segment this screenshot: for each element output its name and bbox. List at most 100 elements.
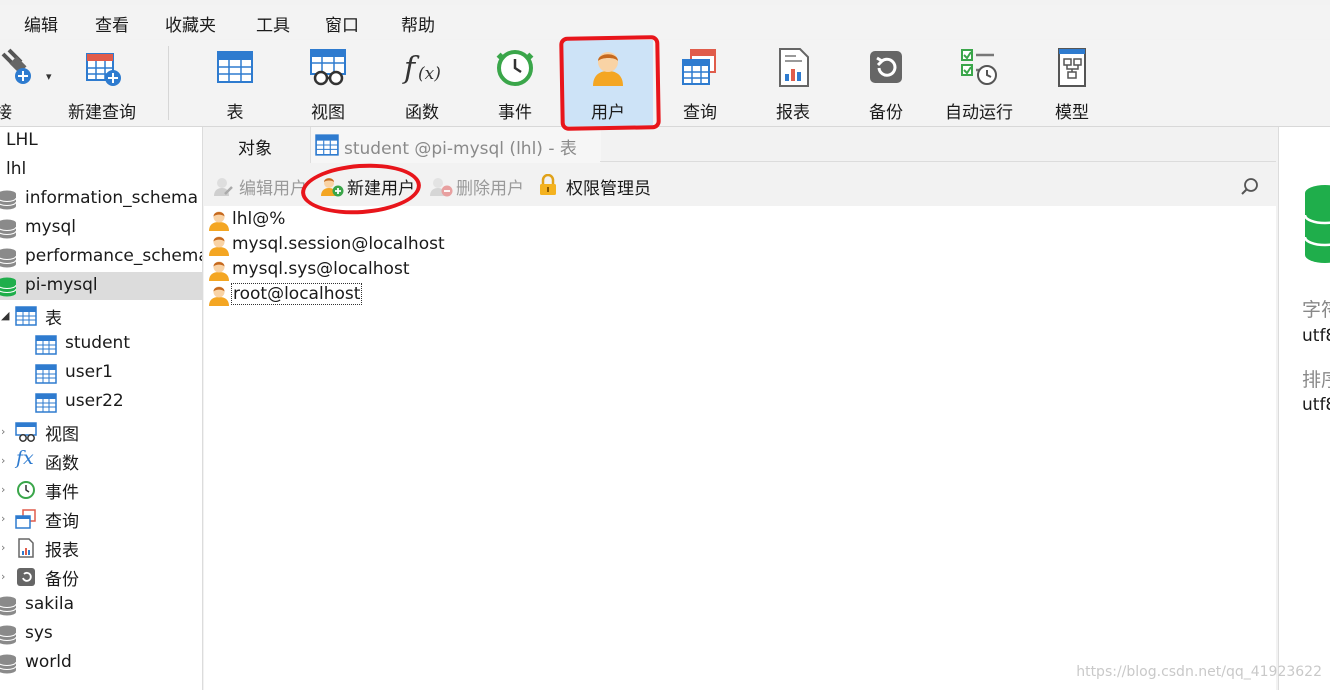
folder-tables[interactable]: ◢ 表 bbox=[0, 301, 202, 329]
toolbar-model-button[interactable]: 模型 bbox=[1027, 40, 1117, 126]
table-icon bbox=[35, 393, 57, 413]
report-icon bbox=[18, 538, 34, 558]
database-mysql[interactable]: mysql bbox=[0, 214, 202, 242]
delete-user-icon bbox=[430, 178, 453, 197]
new-query-button[interactable]: 新建查询 bbox=[58, 40, 146, 126]
database-sys[interactable]: sys bbox=[0, 620, 202, 648]
folder-functions[interactable]: › fx 函数 bbox=[0, 446, 202, 474]
chevron-right-icon[interactable]: › bbox=[1, 512, 5, 525]
database-world[interactable]: world bbox=[0, 649, 202, 677]
model-icon bbox=[1058, 48, 1086, 87]
database-icon bbox=[0, 625, 16, 645]
user-actions-toolbar: 编辑用户 新建用户 删除用户 权限管理员 bbox=[204, 166, 1276, 206]
report-icon bbox=[779, 48, 809, 87]
menu-favorites[interactable]: 收藏夹 bbox=[165, 11, 216, 36]
user-icon bbox=[209, 286, 229, 306]
chevron-right-icon[interactable]: › bbox=[1, 541, 5, 554]
table-icon bbox=[35, 364, 57, 384]
table-icon bbox=[35, 335, 57, 355]
svg-text:(x): (x) bbox=[418, 64, 441, 84]
plug-icon bbox=[1, 48, 31, 84]
toolbar-function-button[interactable]: f (x) 函数 bbox=[377, 40, 467, 126]
connection-LHL[interactable]: LHL bbox=[0, 127, 202, 155]
automation-icon bbox=[961, 49, 997, 85]
chevron-right-icon[interactable]: › bbox=[1, 483, 5, 496]
folder-views[interactable]: › 视图 bbox=[0, 417, 202, 445]
new-query-icon bbox=[86, 53, 121, 86]
table-student[interactable]: student bbox=[0, 330, 202, 358]
menu-window[interactable]: 窗口 bbox=[325, 11, 359, 36]
chevron-down-icon[interactable]: ◢ bbox=[1, 309, 9, 322]
new-user-button[interactable]: 新建用户 bbox=[320, 174, 415, 199]
folder-events[interactable]: › 事件 bbox=[0, 475, 202, 503]
charset-label: 字符集 bbox=[1302, 299, 1330, 321]
user-list: lhl@% mysql.session@localhost mysql.sys@… bbox=[204, 206, 1276, 690]
connect-dropdown-arrow-icon[interactable]: ▾ bbox=[46, 70, 52, 83]
tab-objects[interactable]: 对象 bbox=[204, 127, 308, 163]
search-icon[interactable] bbox=[1240, 177, 1260, 197]
menu-tools[interactable]: 工具 bbox=[256, 11, 290, 36]
add-user-icon bbox=[321, 178, 344, 197]
chevron-right-icon[interactable]: › bbox=[1, 425, 5, 438]
edit-user-button[interactable]: 编辑用户 bbox=[212, 174, 307, 199]
menu-help[interactable]: 帮助 bbox=[401, 11, 435, 36]
tab-bar: 对象 student @pi-mysql (lhl) - 表 bbox=[204, 127, 1276, 163]
lock-icon bbox=[540, 174, 556, 195]
clock-icon bbox=[17, 481, 35, 499]
charset-value: utf8 bbox=[1302, 326, 1330, 346]
toolbar-table-button[interactable]: 表 bbox=[190, 40, 280, 126]
view-icon bbox=[310, 49, 346, 86]
privilege-manager-button[interactable]: 权限管理员 bbox=[538, 174, 651, 199]
chevron-right-icon[interactable]: › bbox=[1, 454, 5, 467]
navigation-tree: LHL lhl information_schema mysql perform… bbox=[0, 127, 203, 690]
user-icon bbox=[209, 261, 229, 281]
watermark: https://blog.csdn.net/qq_41923622 bbox=[1076, 664, 1322, 680]
folder-reports[interactable]: › 报表 bbox=[0, 533, 202, 561]
collation-label: 排序规则 bbox=[1302, 369, 1330, 391]
toolbar-view-button[interactable]: 视图 bbox=[283, 40, 373, 126]
connect-button[interactable]: 连接 bbox=[0, 40, 60, 126]
toolbar-event-button[interactable]: 事件 bbox=[470, 40, 560, 126]
toolbar-backup-button[interactable]: 备份 bbox=[841, 40, 931, 126]
user-icon bbox=[593, 52, 623, 86]
toolbar-query-button[interactable]: 查询 bbox=[655, 40, 745, 126]
folder-backups[interactable]: › 备份 bbox=[0, 562, 202, 590]
toolbar-automation-button[interactable]: 自动运行 bbox=[934, 40, 1024, 126]
function-icon: f (x) bbox=[402, 51, 441, 86]
database-information-schema[interactable]: information_schema bbox=[0, 185, 202, 213]
tab-student-table[interactable]: student @pi-mysql (lhl) - 表 bbox=[310, 127, 601, 163]
table-user1[interactable]: user1 bbox=[0, 359, 202, 387]
toolbar-user-button[interactable]: 用户 bbox=[563, 40, 653, 126]
database-icon bbox=[0, 248, 16, 268]
clock-icon bbox=[496, 50, 534, 86]
user-icon bbox=[209, 236, 229, 256]
connection-lhl[interactable]: lhl bbox=[0, 156, 202, 184]
delete-user-button[interactable]: 删除用户 bbox=[429, 174, 524, 199]
collation-value: utf8 bbox=[1302, 395, 1330, 415]
menu-bar: 编辑 查看 收藏夹 工具 窗口 帮助 bbox=[0, 5, 1330, 39]
table-icon bbox=[217, 51, 253, 83]
database-performance-schema[interactable]: performance_schema bbox=[0, 243, 202, 271]
database-icon bbox=[0, 219, 16, 239]
database-sakila[interactable]: sakila bbox=[0, 591, 202, 619]
toolbar-report-button[interactable]: 报表 bbox=[748, 40, 838, 126]
database-icon bbox=[0, 654, 16, 674]
tab-bar-divider bbox=[600, 161, 1276, 162]
function-icon: fx bbox=[16, 447, 34, 469]
folder-queries[interactable]: › 查询 bbox=[0, 504, 202, 532]
database-open-icon bbox=[0, 277, 16, 297]
query-icon bbox=[15, 509, 36, 529]
edit-user-icon bbox=[214, 178, 233, 196]
view-icon bbox=[15, 422, 37, 442]
menu-edit[interactable]: 编辑 bbox=[24, 11, 58, 36]
table-user22[interactable]: user22 bbox=[0, 388, 202, 416]
object-info-panel: 字符集 utf8 排序规则 utf8 bbox=[1278, 127, 1330, 690]
chevron-right-icon[interactable]: › bbox=[1, 570, 5, 583]
main-toolbar: 连接 ▾ 新建查询 表 视图 bbox=[0, 40, 1330, 127]
toolbar-separator bbox=[168, 46, 169, 120]
database-pi-mysql[interactable]: pi-mysql bbox=[0, 272, 202, 300]
database-icon bbox=[0, 190, 16, 210]
database-icon bbox=[1305, 185, 1330, 263]
backup-icon bbox=[17, 568, 35, 586]
menu-view[interactable]: 查看 bbox=[95, 11, 129, 36]
